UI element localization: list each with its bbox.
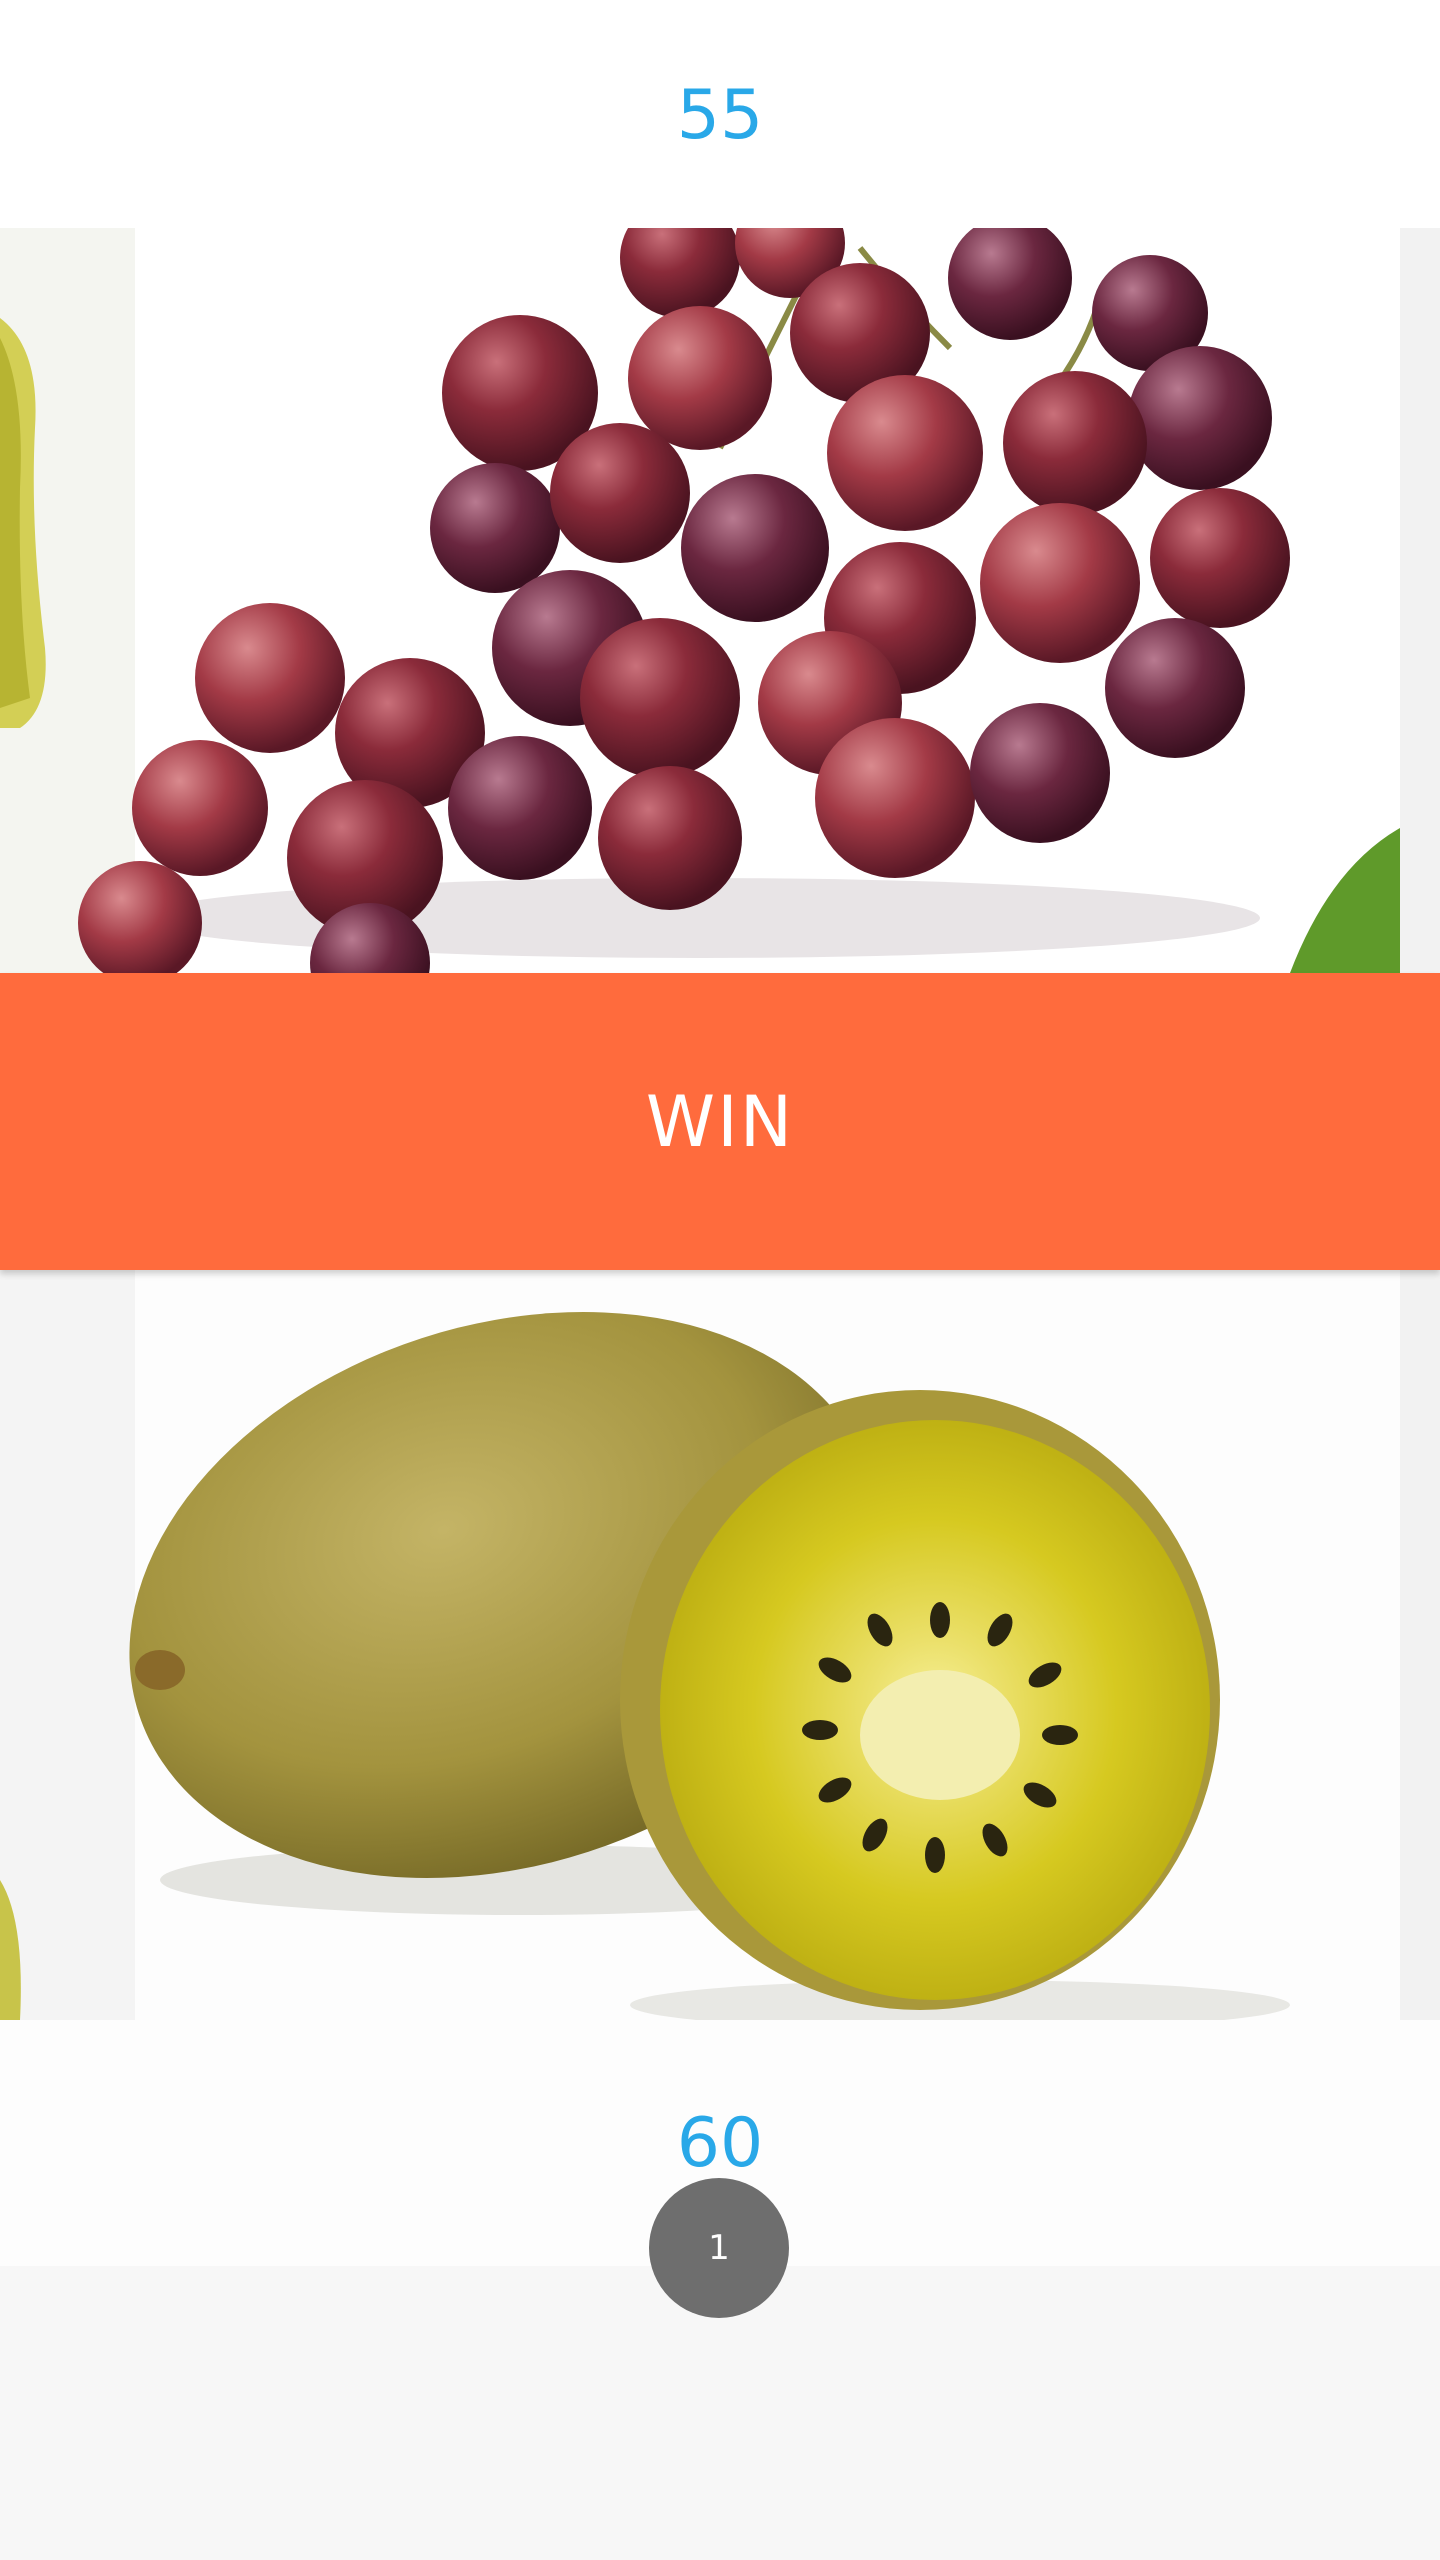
game-screen: 55 WIN 60 1 bbox=[0, 0, 1440, 2560]
kiwi-image bbox=[0, 1270, 1400, 2020]
top-score-panel: 55 bbox=[0, 0, 1440, 228]
grapes-image bbox=[0, 228, 1400, 973]
page-indicator-badge[interactable]: 1 bbox=[649, 2178, 789, 2318]
page-indicator-number: 1 bbox=[708, 2228, 730, 2268]
grapes-card[interactable] bbox=[0, 228, 1400, 973]
grapes-card-edge bbox=[1400, 228, 1440, 973]
kiwi-card-edge bbox=[1400, 1270, 1440, 2020]
win-label: WIN bbox=[645, 1080, 795, 1163]
top-score: 55 bbox=[676, 76, 764, 155]
win-banner[interactable]: WIN bbox=[0, 973, 1440, 1270]
bottom-score: 60 bbox=[676, 2104, 764, 2183]
kiwi-card[interactable] bbox=[0, 1270, 1400, 2020]
